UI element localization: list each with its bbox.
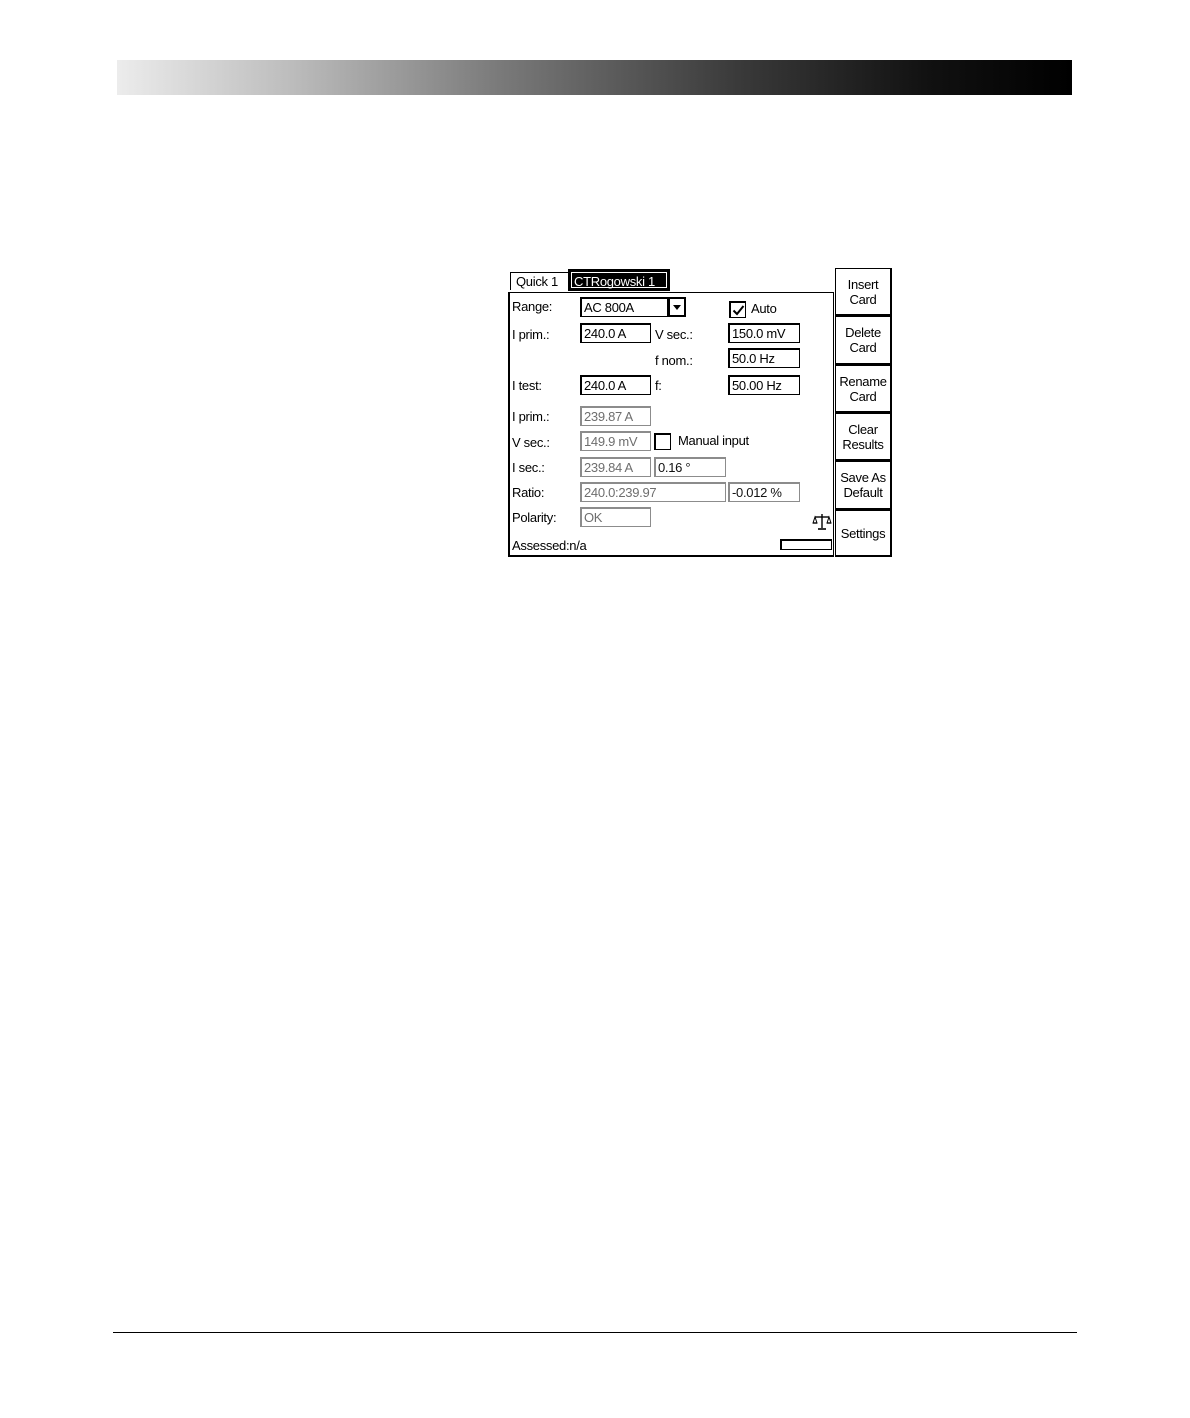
result-vsec-label: V sec.: [512,435,550,450]
f-label: f: [655,378,662,393]
itest-label: I test: [512,378,542,393]
result-ratio-error: -0.012 % [728,482,800,502]
range-select[interactable]: AC 800A [580,297,668,317]
settings-button[interactable]: Settings [835,510,892,557]
fnom-label: f nom.: [655,353,693,368]
checkmark-icon [732,305,745,316]
f-input[interactable]: 50.00 Hz [728,375,800,395]
assessed-label: Assessed:n/a [512,538,587,553]
result-isec-label: I sec.: [512,460,545,475]
iprim-input[interactable]: 240.0 A [580,323,651,343]
manual-input-checkbox[interactable] [654,433,671,450]
iprim-label: I prim.: [512,327,550,342]
result-isec-value: 239.84 A [580,457,651,477]
result-vsec-value: 149.9 mV [580,431,651,451]
delete-card-button[interactable]: Delete Card [835,316,892,365]
tab-ctrogowski-1[interactable]: CTRogowski 1 [568,269,670,291]
scale-icon [812,514,832,530]
auto-label: Auto [751,301,777,316]
result-iprim-label: I prim.: [512,409,550,424]
tab-quick-1[interactable]: Quick 1 [510,272,569,290]
device-screen: Quick 1 CTRogowski 1 Range: AC 800A Auto… [508,268,892,557]
insert-card-button[interactable]: Insert Card [835,268,892,316]
manual-input-label: Manual input [678,433,749,448]
vsec-label: V sec.: [655,327,693,342]
result-ratio-value: 240.0:239.97 [580,482,726,502]
result-polarity-label: Polarity: [512,510,557,525]
chevron-down-icon[interactable] [668,297,686,317]
result-isec-phase: 0.16 ° [654,457,726,477]
test-card: Range: AC 800A Auto I prim.: 240.0 A V s… [508,292,834,557]
clear-results-button[interactable]: Clear Results [835,413,892,461]
page-header-bar [117,60,1072,95]
vsec-input[interactable]: 150.0 mV [728,323,800,343]
assessment-status-box [780,539,832,550]
save-as-default-button[interactable]: Save As Default [835,461,892,510]
fnom-input[interactable]: 50.0 Hz [728,348,800,368]
result-polarity-value: OK [580,507,651,527]
footer-rule [113,1332,1077,1333]
auto-checkbox[interactable] [729,301,746,318]
result-iprim-value: 239.87 A [580,406,651,426]
range-label: Range: [512,299,553,314]
itest-input[interactable]: 240.0 A [580,375,651,395]
rename-card-button[interactable]: Rename Card [835,365,892,413]
result-ratio-label: Ratio: [512,485,545,500]
